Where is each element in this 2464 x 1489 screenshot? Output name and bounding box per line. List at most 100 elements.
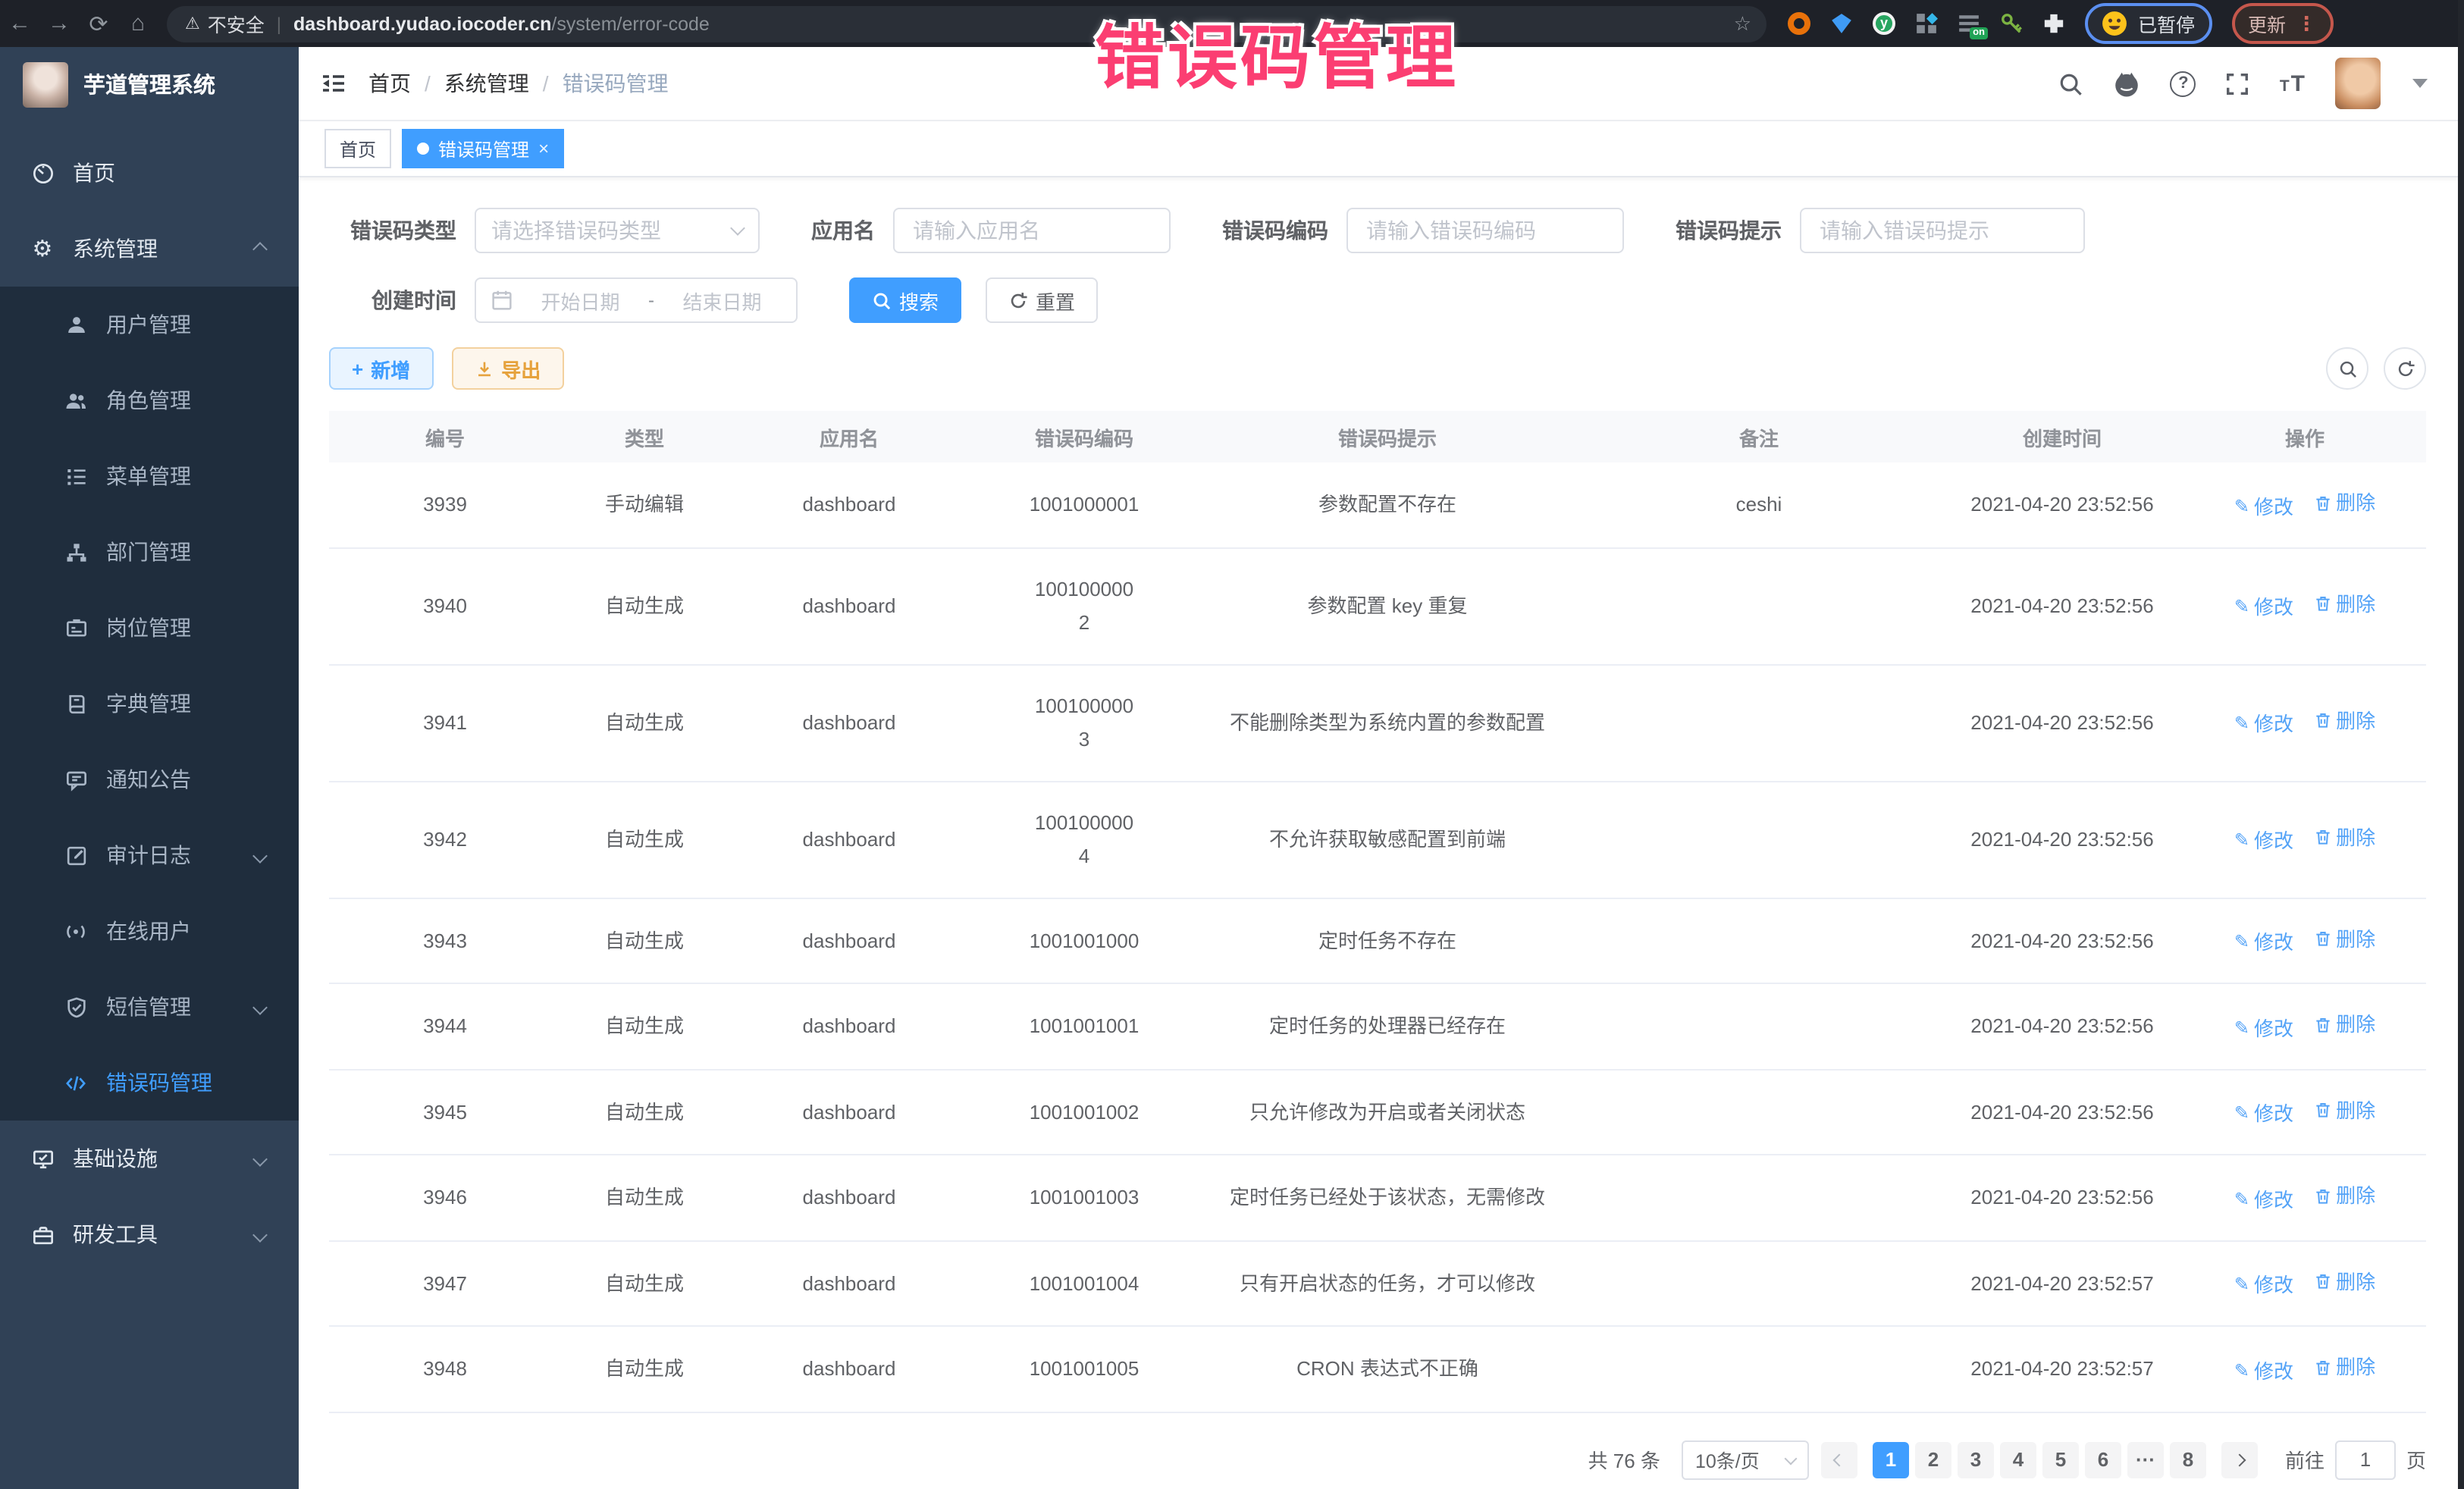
sidebar-item-org-tree[interactable]: 部门管理	[0, 514, 299, 590]
extension-donut-icon[interactable]	[1788, 12, 1810, 35]
tab-error-code[interactable]: 错误码管理 ×	[402, 129, 564, 168]
page-button-8[interactable]: 8	[2170, 1441, 2206, 1478]
add-button[interactable]: + 新增	[329, 347, 433, 390]
extension-puzzle-icon[interactable]	[2042, 12, 2065, 35]
error-type-select[interactable]: 请选择错误码类型	[475, 208, 760, 253]
edit-link[interactable]: ✎修改	[2234, 1098, 2293, 1130]
error-code-input[interactable]	[1346, 208, 1624, 253]
delete-link[interactable]: 删除	[2313, 822, 2375, 854]
refresh-table-button[interactable]	[2384, 347, 2426, 390]
sidebar-item-online-user[interactable]: 在线用户	[0, 893, 299, 969]
browser-reload-icon[interactable]: ⟳	[79, 10, 118, 37]
sidebar-item-announcement[interactable]: 通知公告	[0, 741, 299, 817]
page-button-5[interactable]: 5	[2042, 1441, 2079, 1478]
page-button-3[interactable]: 3	[1958, 1441, 1994, 1478]
user-avatar[interactable]	[2335, 58, 2381, 109]
edit-link[interactable]: ✎修改	[2234, 1269, 2293, 1301]
bookmark-star-icon[interactable]: ☆	[1734, 11, 1751, 36]
github-icon[interactable]	[2113, 69, 2142, 98]
extension-gem-icon[interactable]	[1830, 12, 1853, 35]
url-divider: |	[277, 13, 281, 34]
sidebar-item-label: 首页	[73, 158, 115, 188]
avatar-caret-icon[interactable]	[2412, 79, 2428, 88]
sidebar-menu: 首页 ⚙系统管理用户管理角色管理菜单管理部门管理岗位管理字典管理通知公告审计日志在…	[0, 121, 299, 1489]
edit-link[interactable]: ✎修改	[2234, 1012, 2293, 1044]
edit-link[interactable]: ✎修改	[2234, 592, 2293, 624]
extension-y-icon[interactable]: y	[1873, 12, 1895, 35]
chevron-down-icon	[252, 848, 268, 863]
kebab-menu-icon[interactable]: ⋮	[2296, 14, 2316, 33]
edit-link[interactable]: ✎修改	[2234, 826, 2293, 857]
error-tip-input[interactable]	[1800, 208, 2085, 253]
sidebar-item-gear[interactable]: ⚙系统管理	[0, 211, 299, 287]
edit-link[interactable]: ✎修改	[2234, 1183, 2293, 1215]
edit-link[interactable]: ✎修改	[2234, 491, 2293, 522]
cell-type: 自动生成	[561, 1069, 728, 1155]
delete-link[interactable]: 删除	[2313, 1094, 2375, 1126]
reset-button[interactable]: 重置	[986, 277, 1098, 323]
edit-link[interactable]: ✎修改	[2234, 1355, 2293, 1387]
delete-link[interactable]: 删除	[2313, 1351, 2375, 1383]
app-window: 芋道管理系统 首页⚙系统管理用户管理角色管理菜单管理部门管理岗位管理字典管理通知…	[0, 47, 2464, 1489]
show-search-button[interactable]	[2326, 347, 2368, 390]
cell-tip: CRON 表达式不正确	[1198, 1326, 1577, 1412]
browser-update-button[interactable]: 更新 ⋮	[2231, 3, 2333, 44]
prev-page-button[interactable]	[1821, 1441, 1857, 1478]
extension-squares-icon[interactable]	[1915, 12, 1938, 35]
sidebar-item-error-code[interactable]: 错误码管理	[0, 1045, 299, 1121]
column-header: 编号	[329, 411, 561, 462]
sidebar-item-users[interactable]: 角色管理	[0, 362, 299, 438]
delete-link[interactable]: 删除	[2313, 588, 2375, 620]
sidebar-item-dev-tools[interactable]: 研发工具	[0, 1196, 299, 1272]
profile-paused-badge[interactable]: 已暂停	[2085, 3, 2212, 44]
delete-link[interactable]: 删除	[2313, 1265, 2375, 1297]
fullscreen-icon[interactable]	[2225, 71, 2251, 96]
emoji-avatar-icon	[2102, 11, 2127, 36]
edit-link[interactable]: ✎修改	[2234, 926, 2293, 958]
sidebar-item-menu-tree[interactable]: 菜单管理	[0, 438, 299, 514]
sidebar-item-dictionary[interactable]: 字典管理	[0, 666, 299, 741]
page-size-select[interactable]: 10条/页	[1682, 1440, 1809, 1479]
breadcrumb-home[interactable]: 首页	[368, 68, 411, 99]
browser-back-icon[interactable]: ←	[0, 11, 39, 36]
delete-link[interactable]: 删除	[2313, 1008, 2375, 1040]
browser-forward-icon[interactable]: →	[39, 11, 79, 36]
page-button-4[interactable]: 4	[2000, 1441, 2036, 1478]
cell-id: 3948	[329, 1326, 561, 1412]
tab-home[interactable]: 首页	[324, 129, 391, 168]
breadcrumb-system[interactable]: 系统管理	[444, 68, 529, 99]
delete-link[interactable]: 删除	[2313, 487, 2375, 519]
sidebar-item-sms-shield[interactable]: 短信管理	[0, 969, 299, 1045]
delete-link[interactable]: 删除	[2313, 923, 2375, 955]
extension-key-icon[interactable]	[2000, 12, 2023, 35]
cell-app: dashboard	[728, 1155, 970, 1240]
page-button-2[interactable]: 2	[1915, 1441, 1951, 1478]
edit-link[interactable]: ✎修改	[2234, 709, 2293, 741]
app-name-input[interactable]	[893, 208, 1171, 253]
address-bar[interactable]: ⚠ 不安全 | dashboard.yudao.iocoder.cn /syst…	[167, 5, 1766, 42]
page-button-6[interactable]: 6	[2085, 1441, 2121, 1478]
sidebar-item-audit-log[interactable]: 审计日志	[0, 817, 299, 893]
next-page-button[interactable]	[2221, 1441, 2258, 1478]
delete-link[interactable]: 删除	[2313, 705, 2375, 737]
help-icon[interactable]: ?	[2171, 71, 2196, 96]
delete-link[interactable]: 删除	[2313, 1180, 2375, 1212]
search-icon[interactable]	[2058, 71, 2084, 96]
extension-list-icon[interactable]: on	[1958, 12, 1980, 35]
page-button-1[interactable]: 1	[1873, 1441, 1909, 1478]
date-range-picker[interactable]: 开始日期 - 结束日期	[475, 277, 798, 323]
sidebar-item-infrastructure[interactable]: 基础设施	[0, 1121, 299, 1196]
font-size-icon[interactable]: TT	[2280, 71, 2306, 96]
sidebar-fold-icon[interactable]	[320, 70, 347, 97]
export-button[interactable]: 导出	[451, 347, 563, 390]
tab-close-icon[interactable]: ×	[538, 138, 549, 159]
page-ellipsis[interactable]: ···	[2127, 1441, 2164, 1478]
infrastructure-icon	[30, 1147, 55, 1170]
sidebar-item-dashboard[interactable]: 首页	[0, 135, 299, 211]
browser-home-icon[interactable]: ⌂	[118, 11, 158, 36]
goto-page-input[interactable]	[2335, 1440, 2396, 1479]
cell-tip: 定时任务已经处于该状态，无需修改	[1198, 1155, 1577, 1240]
sidebar-item-id-card[interactable]: 岗位管理	[0, 590, 299, 666]
search-button[interactable]: 搜索	[849, 277, 961, 323]
sidebar-item-user[interactable]: 用户管理	[0, 287, 299, 362]
